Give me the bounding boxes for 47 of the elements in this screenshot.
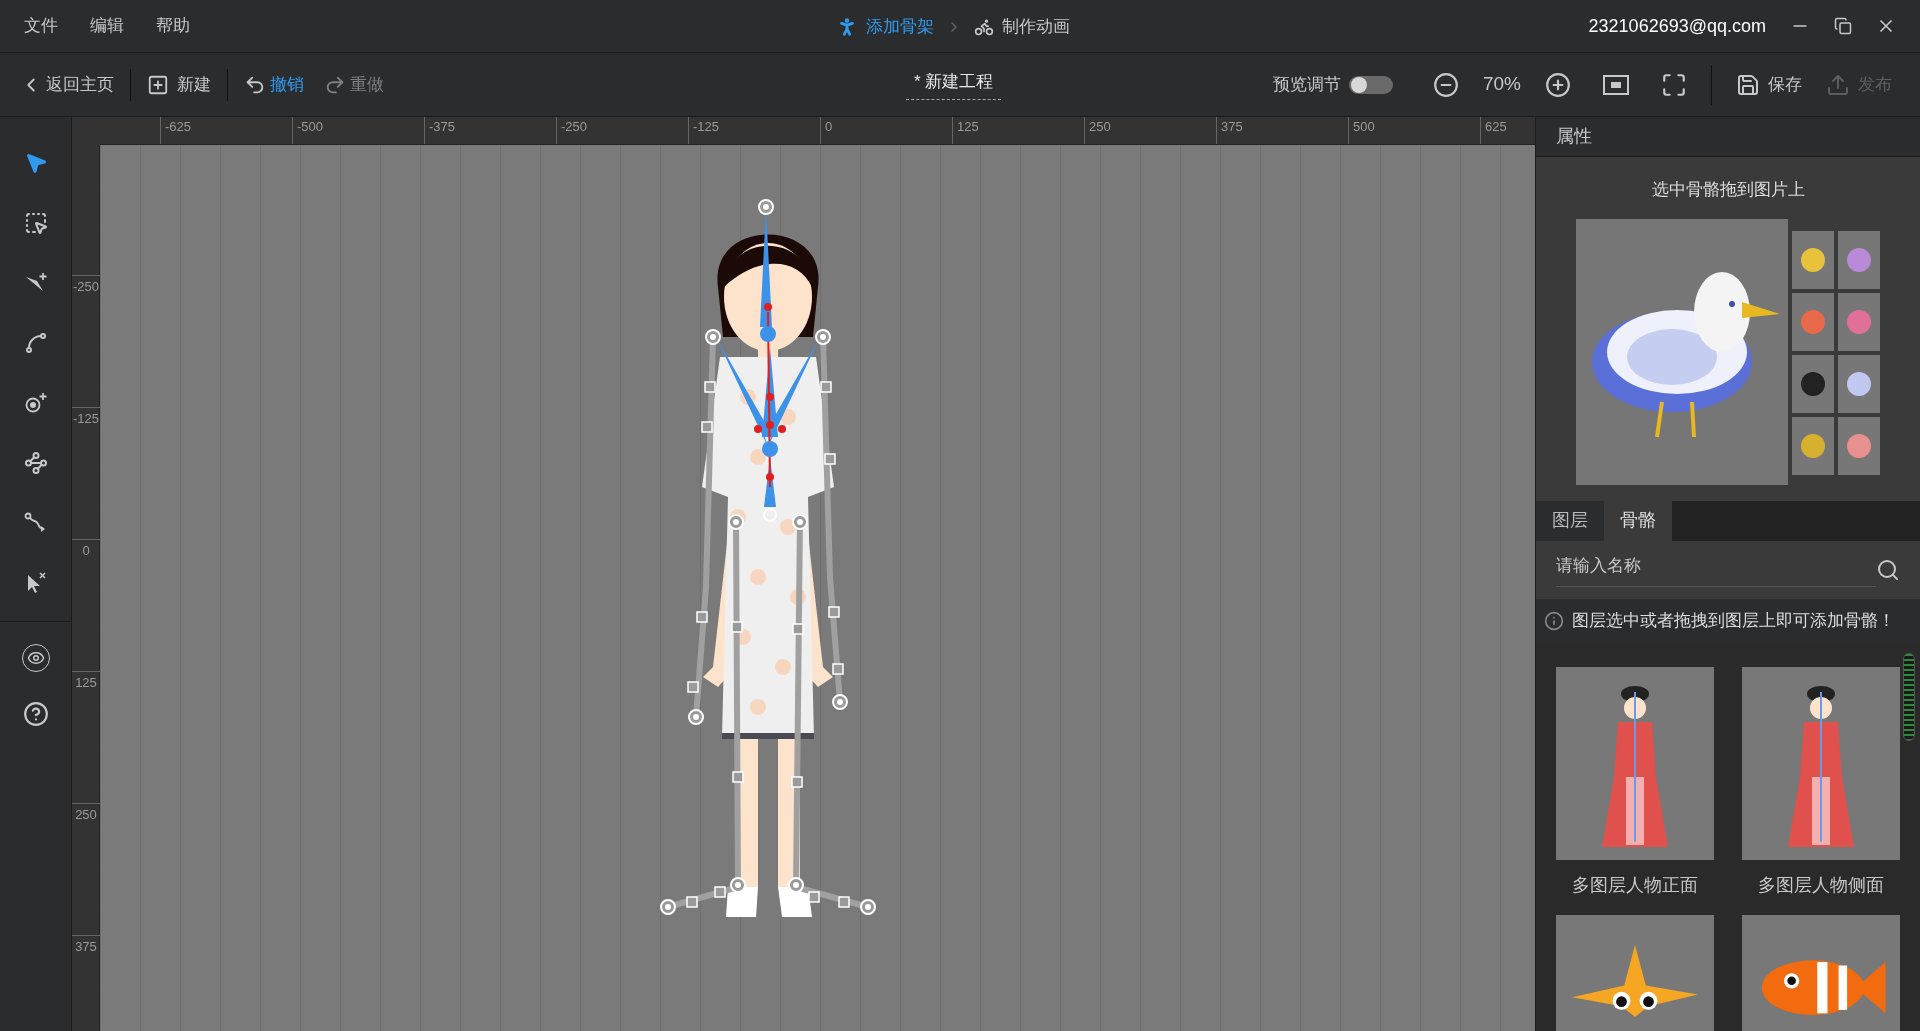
step-tab[interactable]: 添加骨架 — [836, 13, 934, 40]
template-label: 多图层人物侧面 — [1758, 874, 1884, 897]
skeleton-thumbnail[interactable] — [1838, 354, 1880, 413]
panel-tab[interactable]: 骨骼 — [1604, 500, 1672, 541]
zoom-out-icon[interactable] — [1432, 71, 1459, 98]
skeleton-thumbnail[interactable] — [1792, 416, 1834, 475]
menu-item[interactable]: 编辑 — [90, 13, 124, 39]
menu-item[interactable]: 文件 — [24, 13, 58, 39]
search-field[interactable]: 请输入名称 — [1556, 552, 1876, 587]
project-title: * 新建工程 — [906, 69, 1002, 100]
template-label: 多图层人物正面 — [1572, 874, 1698, 897]
back-home-button[interactable]: 返回主页 — [20, 71, 126, 98]
square-plus-icon — [147, 73, 169, 96]
actual-size-icon[interactable] — [1603, 74, 1629, 95]
marquee-select-icon — [23, 211, 48, 235]
save-icon — [1736, 72, 1760, 97]
skeleton-thumbnail[interactable] — [1792, 354, 1834, 413]
template-thumbnail[interactable] — [1556, 667, 1714, 860]
undo-button[interactable]: 撤销 — [232, 71, 316, 98]
new-button[interactable]: 新建 — [135, 71, 223, 98]
save-button[interactable]: 保存 — [1736, 71, 1802, 98]
zoom-level: 70% — [1482, 72, 1521, 97]
restore-icon[interactable] — [1834, 17, 1852, 35]
upload-icon — [1826, 72, 1850, 97]
skeleton-thumbnail[interactable] — [1838, 230, 1880, 289]
search-bar[interactable]: 请输入名称 — [1536, 540, 1920, 599]
preview-label: 预览调节 — [1272, 73, 1341, 96]
step-tab[interactable]: 制作动画 — [974, 13, 1070, 40]
scrollbar-thumb[interactable] — [1903, 653, 1915, 741]
menu-item[interactable]: 帮助 — [156, 13, 190, 39]
skeleton-thumbnail[interactable] — [1792, 292, 1834, 351]
help-icon — [22, 701, 49, 727]
skeleton-thumbnail[interactable] — [1792, 230, 1834, 289]
fullscreen-icon[interactable] — [1661, 71, 1687, 98]
properties-hint: 选中骨骼拖到图片上 — [1651, 179, 1805, 201]
info-icon — [1544, 611, 1564, 631]
curve-icon — [23, 331, 48, 355]
nodes-icon — [23, 451, 48, 475]
account-email: 2321062693@qq.com — [1588, 14, 1766, 38]
preview-toggle[interactable] — [1348, 75, 1393, 94]
template-thumbnail[interactable] — [1742, 667, 1900, 860]
panel-tab[interactable]: 图层 — [1536, 500, 1604, 541]
skeleton-thumbnail[interactable] — [1838, 416, 1880, 475]
search-icon[interactable] — [1876, 557, 1900, 582]
skeleton-thumbnail[interactable] — [1838, 292, 1880, 351]
info-message: 图层选中或者拖拽到图层上即可添加骨骼！ — [1572, 610, 1895, 633]
zoom-in-icon[interactable] — [1545, 71, 1571, 98]
